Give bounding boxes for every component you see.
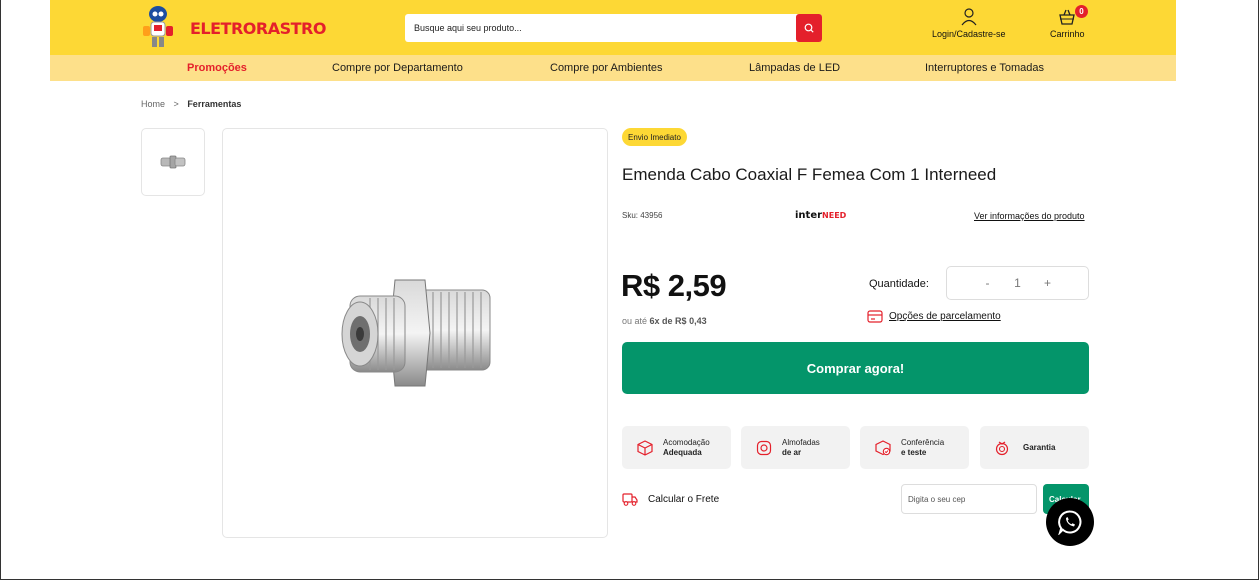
installment-prefix: ou até	[622, 316, 648, 326]
feature-line2: de ar	[782, 447, 802, 457]
breadcrumb-current[interactable]: Ferramentas	[187, 99, 241, 109]
delivery-truck-icon	[622, 493, 638, 506]
feature-line2: e teste	[901, 447, 927, 457]
feature-line2: Garantia	[1023, 442, 1056, 452]
cart-label: Carrinho	[1050, 29, 1085, 39]
box-icon	[637, 439, 653, 456]
feature-line2: Adequada	[663, 447, 702, 457]
feature-line1: Acomodação	[663, 437, 710, 447]
shipping-badge: Envio Imediato	[622, 128, 687, 146]
installment-options-label: Opções de parcelamento	[889, 311, 1001, 322]
check-box-icon	[875, 439, 891, 455]
search-bar	[405, 14, 822, 42]
quantity-value[interactable]: 1	[998, 276, 1038, 290]
nav-item-led[interactable]: Lâmpadas de LED	[749, 62, 840, 74]
cart-count-badge: 0	[1075, 5, 1088, 18]
nav-item-ambientes[interactable]: Compre por Ambientes	[550, 62, 663, 74]
cep-input[interactable]	[901, 484, 1037, 514]
coaxial-connector-image	[341, 279, 491, 387]
brand-name-part2: NEED	[822, 211, 847, 220]
logo[interactable]: ELETRORASTRO	[138, 3, 326, 53]
product-main-image[interactable]	[222, 128, 608, 538]
shipping-label: Calcular o Frete	[648, 493, 720, 505]
logo-text: ELETRORASTRO	[190, 18, 326, 38]
search-input[interactable]	[405, 14, 796, 42]
breadcrumb-separator: >	[173, 99, 179, 109]
login-link[interactable]: Login/Cadastre-se	[932, 8, 1006, 39]
quantity-increase-button[interactable]: +	[1038, 276, 1058, 290]
breadcrumb-home[interactable]: Home	[141, 99, 165, 109]
installment-value: 6x de R$ 0,43	[649, 316, 707, 326]
product-info-link[interactable]: Ver informações do produto	[974, 211, 1085, 221]
quantity-label: Quantidade:	[869, 278, 929, 290]
feature-almofadas: Almofadas de ar	[741, 426, 850, 469]
installment-info: ou até 6x de R$ 0,43	[622, 316, 707, 326]
product-title: Emenda Cabo Coaxial F Femea Com 1 Intern…	[622, 165, 997, 184]
nav-item-interruptores[interactable]: Interruptores e Tomadas	[925, 62, 1044, 74]
search-icon	[804, 23, 814, 33]
whatsapp-icon	[1058, 510, 1082, 535]
brand-logo[interactable]: interNEED	[795, 210, 846, 221]
feature-line1: Almofadas	[782, 437, 820, 447]
buy-now-button[interactable]: Comprar agora!	[622, 342, 1089, 394]
search-button[interactable]	[796, 14, 822, 42]
feature-garantia: Garantia	[980, 426, 1089, 469]
quantity-decrease-button[interactable]: -	[978, 276, 998, 290]
feature-line1: Conferência	[901, 437, 945, 447]
cart-link[interactable]: 0 Carrinho	[1050, 5, 1088, 39]
feature-acomodacao: Acomodação Adequada	[622, 426, 731, 469]
login-label: Login/Cadastre-se	[932, 29, 1006, 39]
user-icon	[961, 8, 977, 26]
warranty-icon	[995, 441, 1009, 455]
credit-card-icon	[867, 310, 883, 323]
shipping-calculator-label: Calcular o Frete	[622, 491, 719, 507]
product-thumbnail[interactable]	[141, 128, 205, 196]
feature-conferencia: Conferência e teste	[860, 426, 969, 469]
air-cushion-icon	[756, 440, 772, 455]
brand-name-part1: inter	[795, 210, 823, 221]
quantity-stepper: - 1 +	[946, 266, 1089, 300]
installment-options-link[interactable]: Opções de parcelamento	[867, 310, 1001, 323]
header: ELETRORASTRO Login/Cadastre-se 0 Carrinh…	[50, 0, 1176, 55]
cart-icon	[1059, 9, 1076, 25]
main-nav: Promoções Compre por Departamento Compre…	[50, 55, 1176, 81]
nav-item-departamento[interactable]: Compre por Departamento	[332, 62, 463, 74]
robot-mascot-icon	[138, 4, 178, 52]
product-sku: Sku: 43956	[622, 211, 663, 220]
nav-item-promocoes[interactable]: Promoções	[187, 62, 247, 74]
breadcrumb: Home > Ferramentas	[141, 99, 241, 109]
coaxial-connector-thumb-image	[160, 155, 186, 169]
product-price: R$ 2,59	[621, 268, 727, 303]
whatsapp-button[interactable]	[1046, 498, 1094, 546]
